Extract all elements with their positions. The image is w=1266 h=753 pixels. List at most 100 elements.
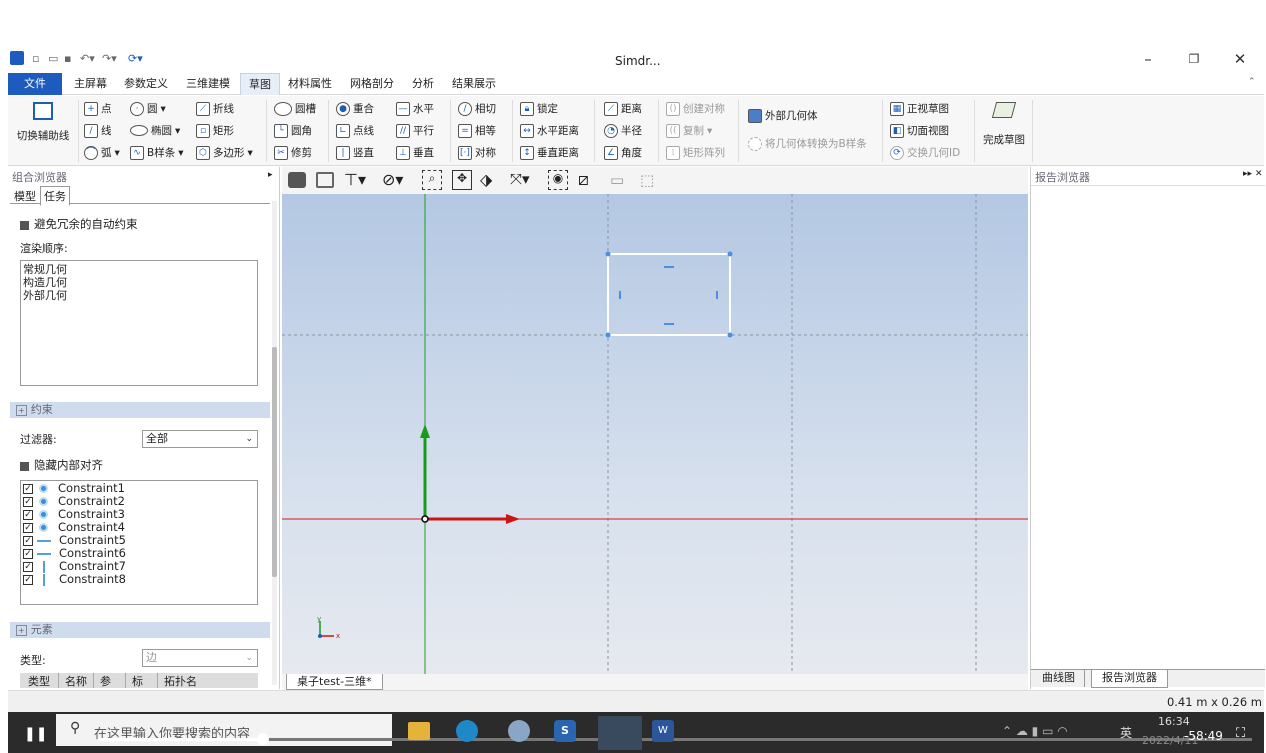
col-label[interactable]: 标注 [126, 673, 158, 688]
file-explorer-icon[interactable] [408, 722, 430, 740]
h-distance-button[interactable]: ↔ 水平距离 [520, 123, 579, 138]
seek-handle[interactable] [257, 733, 269, 745]
constraint-row[interactable]: ✓ Constraint7 [23, 560, 255, 573]
arc-button[interactable]: ⌒ 弧 ▾ [84, 145, 120, 160]
trim-button[interactable]: ✂ 修剪 [274, 145, 312, 160]
axis-view-icon[interactable]: ⤧▾ [510, 170, 530, 188]
refresh-icon[interactable]: ⟳▾ [128, 52, 143, 65]
simdroid-taskbar-icon[interactable] [598, 716, 642, 750]
perpendicular-button[interactable]: ⊥ 垂直 [396, 145, 434, 160]
symmetric-button[interactable]: [·] 对称 [458, 145, 496, 160]
pause-icon[interactable]: ❚❚ [24, 726, 47, 742]
constraint-checkbox[interactable]: ✓ [23, 496, 33, 507]
create-symmetric-button[interactable]: () 创建对称 [666, 101, 725, 116]
tab-report[interactable]: 报告浏览器 [1091, 670, 1168, 688]
point-button[interactable]: + 点 [84, 101, 112, 116]
print-icon[interactable] [316, 172, 334, 188]
constraint-checkbox[interactable]: ✓ [23, 535, 33, 546]
section-view-button[interactable]: ◧ 切面视图 [890, 123, 949, 138]
fit-all-icon[interactable]: ✥ [452, 170, 472, 190]
convert-bspline-button[interactable]: 将几何体转换为B样条 [748, 136, 867, 151]
fit-selection-icon[interactable]: ⬗ [480, 170, 492, 189]
fullscreen-icon[interactable]: ⛶ [1236, 726, 1245, 741]
ellipse-button[interactable]: 椭圆 ▾ [130, 123, 180, 138]
tab-task[interactable]: 任务 [40, 186, 70, 206]
lock-button[interactable]: 🔒︎ 锁定 [520, 101, 558, 116]
app-icon[interactable] [508, 720, 530, 742]
render-order-list[interactable]: 常规几何 构造几何 外部几何 [20, 260, 258, 386]
menu-file[interactable]: 文件 [8, 73, 62, 95]
finish-sketch-button[interactable]: 完成草图 [980, 100, 1028, 147]
col-topo[interactable]: 拓扑名 [158, 673, 203, 688]
constraint-checkbox[interactable]: ✓ [23, 561, 33, 572]
taskbar-search[interactable]: ⚲ 在这里输入你要搜索的内容 [56, 714, 392, 746]
sketch-svg[interactable]: y x [282, 194, 1028, 674]
radius-button[interactable]: ◔ 半径 [604, 123, 642, 138]
toggle-aux-button[interactable]: 切换辅助线 [12, 100, 74, 160]
view-eye-icon[interactable]: ◉ [548, 170, 568, 190]
menu-sketch[interactable]: 草图 [240, 73, 280, 95]
menu-material[interactable]: 材料属性 [280, 73, 340, 95]
filter-select[interactable]: 全部 ⌄ [142, 430, 258, 448]
col-type[interactable]: 类型 [20, 673, 59, 688]
list-item[interactable]: 外部几何 [23, 289, 255, 302]
no-shading-icon[interactable]: ⊘▾ [382, 170, 403, 189]
draw-style-icon[interactable]: ⊤▾ [344, 170, 366, 189]
avoid-auto-checkbox[interactable]: 避免冗余的自动约束 [20, 216, 138, 232]
angle-button[interactable]: ∠ 角度 [604, 145, 642, 160]
line-button[interactable]: / 线 [84, 123, 112, 138]
vertical-button[interactable]: | 竖直 [336, 145, 374, 160]
clip-plane-icon[interactable]: ⧄ [578, 170, 589, 190]
constraint-row[interactable]: ✓ Constraint5 [23, 534, 255, 547]
tab-document[interactable]: 桌子test-三维* [286, 674, 383, 690]
measure-icon[interactable]: ▭ [610, 171, 624, 189]
collapse-ribbon-icon[interactable]: ⌃ [1248, 77, 1256, 87]
undo-icon[interactable]: ↶▾ [80, 52, 95, 65]
parallel-button[interactable]: //平行 [396, 123, 434, 138]
pin-icon[interactable]: ▸ [268, 170, 273, 180]
external-geometry-button[interactable]: 外部几何体 [748, 108, 818, 123]
close-icon[interactable]: ✕ [1230, 50, 1250, 68]
tangent-button[interactable]: / 相切 [458, 101, 496, 116]
circle-button[interactable]: · 圆 ▾ [130, 101, 166, 116]
menu-results[interactable]: 结果展示 [444, 73, 504, 95]
coincident-button[interactable]: ● 重合 [336, 101, 374, 116]
new-icon[interactable]: ▫ [32, 52, 39, 65]
point-on-button[interactable]: ∟ 点线 [336, 123, 374, 138]
polygon-button[interactable]: ⬡ 多边形 ▾ [196, 145, 253, 160]
menu-home[interactable]: 主屏幕 [66, 73, 115, 95]
slot-button[interactable]: 圆槽 [274, 101, 316, 116]
sketch-canvas[interactable]: y x [282, 194, 1028, 674]
hide-internal-checkbox[interactable]: 隐藏内部对齐 [20, 457, 103, 473]
constraint-checkbox[interactable]: ✓ [23, 548, 33, 559]
list-item[interactable]: 构造几何 [23, 276, 255, 289]
v-distance-button[interactable]: ↕ 垂直距离 [520, 145, 579, 160]
col-ref[interactable]: 参考 [94, 673, 126, 688]
horizontal-button[interactable]: — 水平 [396, 101, 434, 116]
s-app-icon[interactable]: S [554, 720, 576, 742]
zoom-box-icon[interactable]: ⌕ [422, 170, 442, 190]
word-icon[interactable]: W [652, 720, 674, 742]
type-select[interactable]: 边 ⌄ [142, 649, 258, 667]
rect-array-button[interactable]: ⁞ 矩形阵列 [666, 145, 725, 160]
restore-icon[interactable]: ❐ [1184, 52, 1204, 66]
constraint-row[interactable]: ✓ Constraint6 [23, 547, 255, 560]
cube-icon[interactable]: ⬚ [640, 171, 654, 189]
col-name[interactable]: 名称 [59, 673, 94, 688]
distance-button[interactable]: ⟋ 距离 [604, 101, 642, 116]
save-icon[interactable]: ▪ [64, 52, 71, 65]
polyline-button[interactable]: ⟋ 折线 [196, 101, 234, 116]
constraint-row[interactable]: ✓ Constraint4 [23, 521, 255, 534]
menu-params[interactable]: 参数定义 [116, 73, 176, 95]
ime-indicator[interactable]: 英 [1120, 724, 1132, 741]
menu-analysis[interactable]: 分析 [404, 73, 442, 95]
close-icon[interactable]: ✕ [1255, 169, 1263, 179]
constraint-checkbox[interactable]: ✓ [23, 483, 33, 494]
camera-icon[interactable] [288, 172, 306, 188]
edge-icon[interactable] [456, 720, 478, 742]
menu-3d[interactable]: 三维建模 [178, 73, 238, 95]
constraint-checkbox[interactable]: ✓ [23, 509, 33, 520]
redo-icon[interactable]: ↷▾ [102, 52, 117, 65]
left-scrollbar[interactable] [272, 201, 277, 685]
fillet-button[interactable]: └ 圆角 [274, 123, 312, 138]
